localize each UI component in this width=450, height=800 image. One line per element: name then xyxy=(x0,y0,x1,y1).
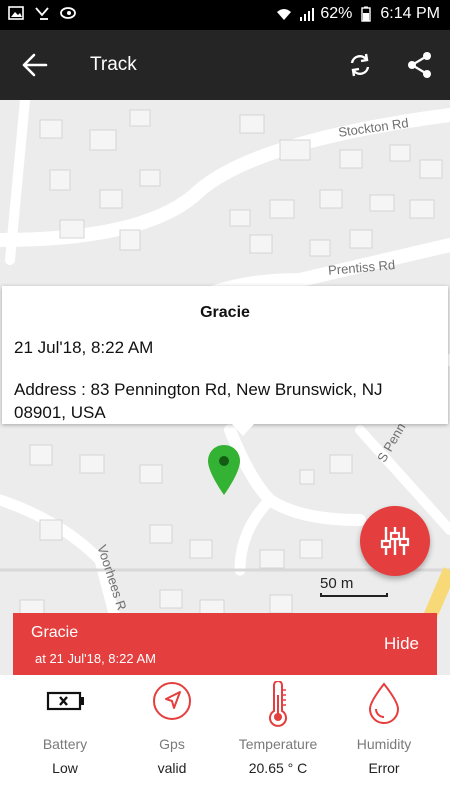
battery-empty-icon xyxy=(46,691,84,711)
sensor-panel: Battery Low Gps valid Temperature 20.65 … xyxy=(0,675,450,800)
info-window-pointer xyxy=(232,424,254,436)
page-title: Track xyxy=(90,54,137,75)
scale-label: 50 m xyxy=(320,575,354,592)
sensor-humidity-value: Error xyxy=(368,760,400,776)
sensor-humidity-label: Humidity xyxy=(356,736,412,752)
sensor-gps-label: Gps xyxy=(159,736,185,752)
info-window-name: Gracie xyxy=(200,304,250,321)
sensor-battery[interactable]: Battery Low xyxy=(9,675,121,800)
battery-icon xyxy=(361,6,372,22)
info-window-address: Address : 83 Pennington Rd, New Brunswic… xyxy=(14,380,383,422)
water-drop-icon xyxy=(368,682,400,724)
signal-icon xyxy=(300,8,315,21)
wifi-icon xyxy=(277,9,292,20)
refresh-icon[interactable] xyxy=(346,51,374,79)
map-info-window[interactable]: Gracie 21 Jul'18, 8:22 AM Address : 83 P… xyxy=(2,286,448,436)
scale-bar xyxy=(320,593,388,597)
app-bar: Track xyxy=(0,30,450,100)
tracking-banner: Gracie at 21 Jul'18, 8:22 AM Hide xyxy=(13,613,437,675)
sensor-battery-label: Battery xyxy=(42,736,88,752)
hide-button[interactable]: Hide xyxy=(384,634,419,654)
location-pin-icon[interactable] xyxy=(206,443,242,497)
image-icon xyxy=(8,6,24,20)
battery-percent: 62% xyxy=(320,5,353,22)
sensor-gps[interactable]: Gps valid xyxy=(116,675,228,800)
thermometer-icon xyxy=(269,681,287,727)
banner-pet-name: Gracie xyxy=(31,624,79,641)
sensor-temperature-label: Temperature xyxy=(238,736,318,752)
sensor-temperature[interactable]: Temperature 20.65 ° C xyxy=(222,675,334,800)
share-icon[interactable] xyxy=(406,51,434,79)
sensor-battery-value: Low xyxy=(52,760,78,776)
banner-timestamp: at 21 Jul'18, 8:22 AM xyxy=(35,651,157,666)
map-scale: 50 m xyxy=(320,575,390,601)
status-bar: 62% 6:14 PM xyxy=(0,0,450,30)
missed-call-icon xyxy=(35,7,49,20)
sliders-icon xyxy=(380,527,410,555)
clock: 6:14 PM xyxy=(380,5,440,22)
filter-settings-button[interactable] xyxy=(360,506,430,576)
sensor-humidity[interactable]: Humidity Error xyxy=(328,675,440,800)
sensor-temperature-value: 20.65 ° C xyxy=(248,760,308,776)
gps-navigation-icon xyxy=(153,682,191,720)
info-window-date: 21 Jul'18, 8:22 AM xyxy=(14,338,154,357)
app-notification-icon xyxy=(60,7,76,19)
sensor-gps-value: valid xyxy=(157,760,187,776)
back-arrow-icon[interactable] xyxy=(20,52,50,78)
